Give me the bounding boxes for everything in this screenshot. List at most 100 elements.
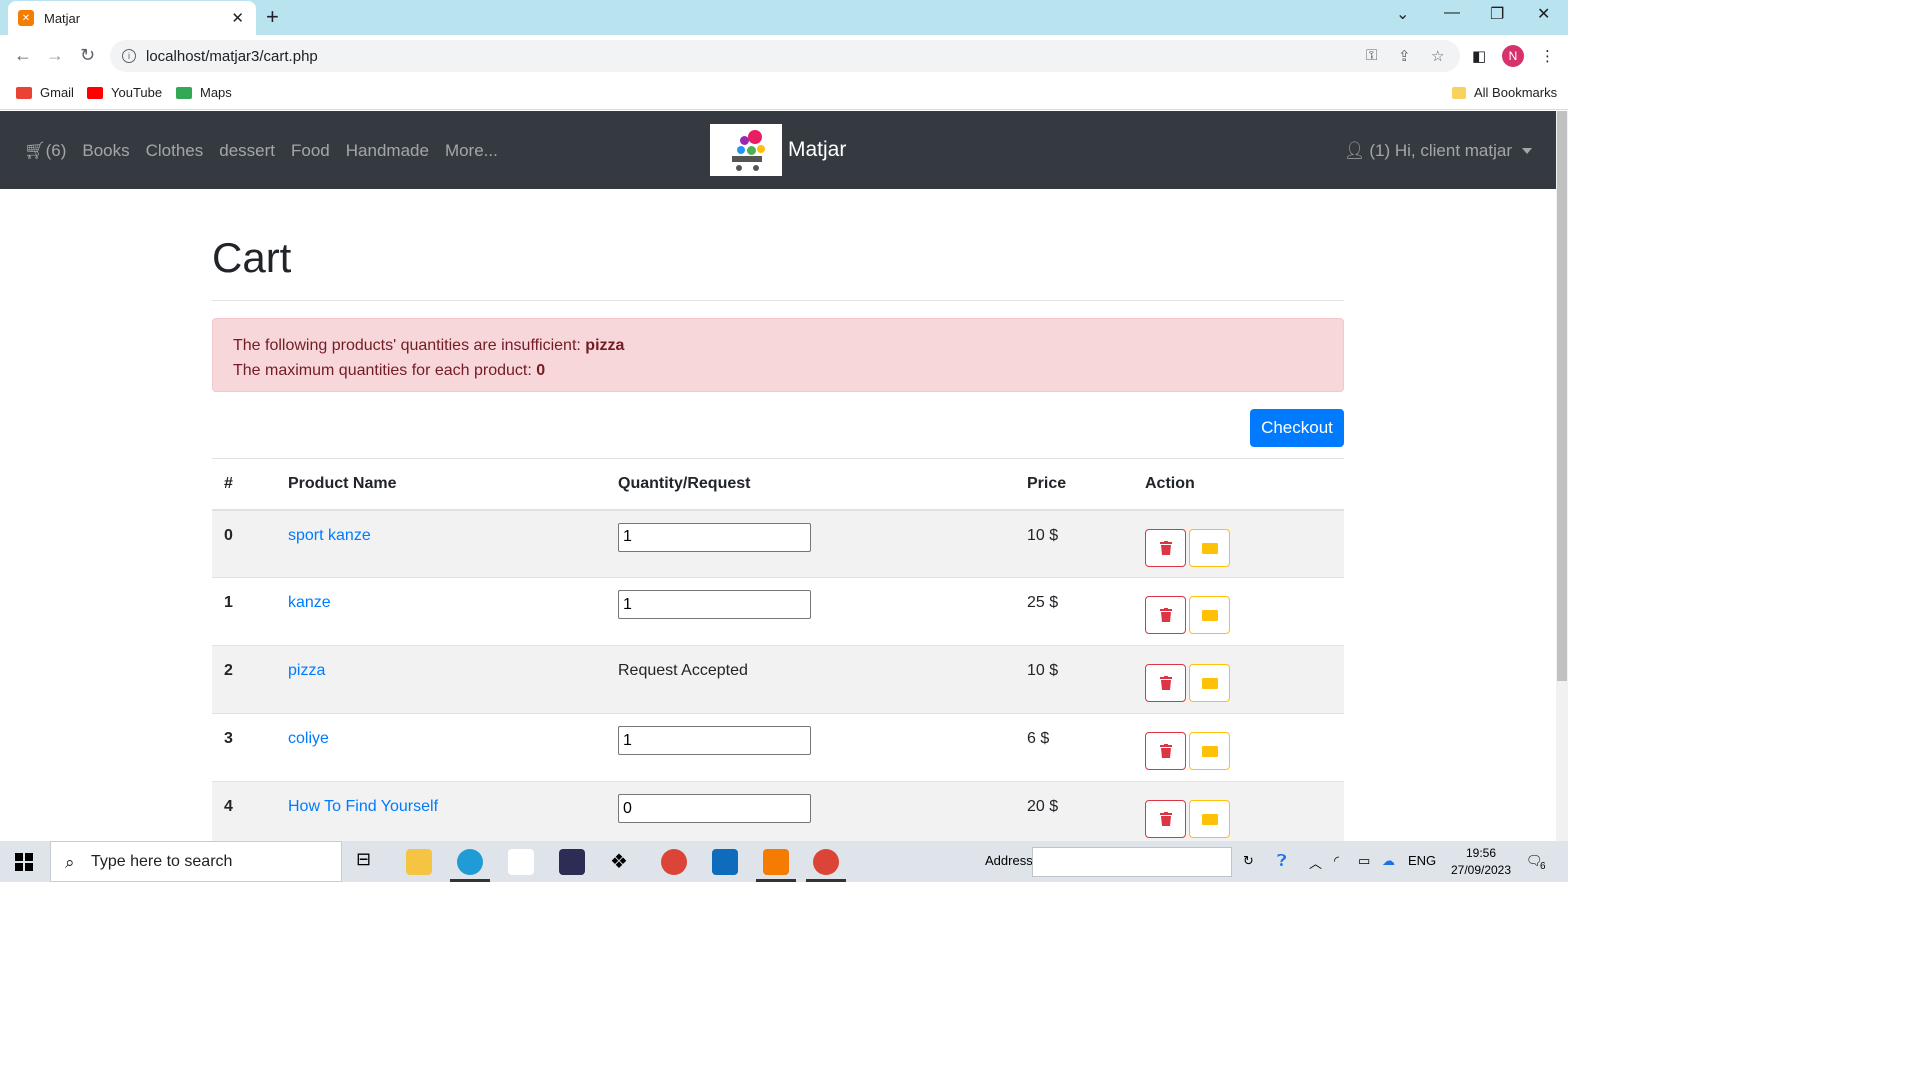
chrome-icon[interactable] [661, 849, 687, 875]
windows-start-icon[interactable] [15, 853, 33, 871]
nav-link-more[interactable]: More... [445, 141, 498, 161]
bookmark-label: YouTube [111, 85, 163, 100]
side-panel-icon[interactable]: ◧ [1472, 47, 1486, 65]
alert-text: The following products' quantities are i… [233, 337, 586, 354]
page-title: Cart [212, 234, 292, 281]
title-divider [212, 300, 1344, 301]
forward-icon[interactable]: → [46, 45, 64, 66]
address-toolbar-input[interactable] [1032, 847, 1232, 877]
bookmark-maps[interactable]: Maps [176, 85, 232, 100]
taskbar-search-input[interactable]: ⌕ Type here to search [50, 841, 342, 882]
user-menu[interactable]: 👤︎ (1) Hi, client matjar [1344, 141, 1532, 161]
help-icon[interactable]: ❓︎ [1277, 853, 1287, 871]
bookmark-gmail[interactable]: Gmail [16, 85, 74, 100]
delete-button[interactable] [1145, 596, 1186, 634]
nav-link-food[interactable]: Food [291, 141, 330, 161]
product-link[interactable]: kanze [288, 594, 331, 611]
share-icon[interactable]: ⇪ [1398, 47, 1411, 65]
edge-icon[interactable] [457, 849, 483, 875]
envelope-icon [1202, 746, 1218, 757]
brand-name: Matjar [788, 138, 847, 161]
quantity-cell [606, 509, 1015, 578]
nav-link-handmade[interactable]: Handmade [346, 141, 429, 161]
wifi-icon[interactable]: ◜ [1334, 853, 1339, 869]
nav-link-dessert[interactable]: dessert [219, 141, 275, 161]
action-cell [1133, 713, 1344, 782]
close-tab-icon[interactable]: ✕ [231, 9, 244, 27]
onedrive-icon[interactable]: ☁ [1382, 853, 1395, 869]
tray-chevron-up-icon[interactable]: ︿ [1309, 853, 1322, 872]
message-button[interactable] [1189, 528, 1230, 567]
page-scrollbar-thumb[interactable] [1557, 111, 1567, 681]
restore-icon[interactable]: ❐ [1490, 4, 1504, 24]
key-icon[interactable]: ⚿ [1366, 47, 1377, 64]
product-link[interactable]: pizza [288, 662, 325, 679]
taskbar-clock[interactable]: 19:56 27/09/2023 [1446, 845, 1516, 879]
quantity-input[interactable] [618, 522, 811, 552]
all-bookmarks[interactable]: All Bookmarks [1452, 85, 1557, 100]
delete-button[interactable] [1145, 664, 1186, 702]
amazon-icon[interactable] [508, 849, 534, 875]
checkout-button[interactable]: Checkout [1250, 409, 1344, 447]
bookmark-youtube[interactable]: YouTube [87, 85, 162, 100]
task-view-icon[interactable]: ⊟ [356, 849, 382, 875]
close-window-icon[interactable]: ✕ [1537, 4, 1550, 24]
action-cell [1133, 645, 1344, 714]
delete-button[interactable] [1145, 528, 1186, 567]
brand[interactable]: Matjar [710, 124, 846, 176]
site-navbar: 🛒︎(6) Books Clothes dessert Food Handmad… [0, 111, 1556, 189]
battery-icon[interactable]: ▭ [1358, 853, 1370, 869]
language-indicator[interactable]: ENG [1408, 853, 1436, 868]
quantity-input[interactable] [618, 590, 811, 619]
product-link[interactable]: How To Find Yourself [288, 798, 438, 815]
bookmark-label: Maps [200, 85, 232, 100]
tab-search-chevron-icon[interactable]: ⌄ [1396, 4, 1409, 24]
xampp-icon[interactable] [763, 849, 789, 875]
product-cell: sport kanze [276, 509, 606, 578]
envelope-icon [1202, 814, 1218, 825]
product-link[interactable]: coliye [288, 730, 329, 747]
bookmark-star-icon[interactable]: ☆ [1431, 47, 1444, 65]
message-button[interactable] [1189, 664, 1230, 702]
site-info-icon[interactable]: i [122, 49, 136, 63]
nav-link-clothes[interactable]: Clothes [146, 141, 204, 161]
minimize-icon[interactable]: — [1444, 4, 1460, 22]
new-tab-icon[interactable]: + [266, 4, 279, 30]
reload-icon[interactable]: ↻ [80, 45, 95, 66]
nav-link-books[interactable]: Books [82, 141, 129, 161]
alert-text: The maximum quantities for each product: [233, 362, 537, 379]
refresh-icon[interactable]: ↻ [1243, 853, 1254, 869]
quantity-input[interactable] [618, 726, 811, 755]
menu-kebab-icon[interactable]: ⋮ [1540, 47, 1555, 65]
profile-avatar[interactable]: N [1502, 45, 1524, 67]
delete-button[interactable] [1145, 800, 1186, 838]
price-cell: 6 $ [1015, 713, 1133, 782]
back-icon[interactable]: ← [14, 45, 32, 66]
powershell-icon[interactable] [559, 849, 585, 875]
message-button[interactable] [1189, 800, 1230, 838]
delete-button[interactable] [1145, 732, 1186, 770]
message-button[interactable] [1189, 732, 1230, 770]
maps-icon [176, 86, 192, 99]
cart-link[interactable]: 🛒︎(6) [24, 141, 66, 161]
action-cell [1133, 781, 1344, 850]
product-link[interactable]: sport kanze [288, 527, 371, 544]
message-button[interactable] [1189, 596, 1230, 634]
chrome-profile-icon[interactable] [813, 849, 839, 875]
active-indicator [806, 879, 846, 882]
youtube-icon [87, 86, 103, 99]
dropbox-icon[interactable]: ❖ [610, 849, 636, 875]
price-cell: 25 $ [1015, 577, 1133, 646]
store-icon[interactable] [712, 849, 738, 875]
cart-table-body: 0 sport kanze 10 $ 1 kanze 25 $ 2 pizza Request … [212, 509, 1344, 850]
browser-tab[interactable]: ✕ Matjar ✕ [8, 1, 256, 35]
browser-toolbar: ← → ↻ i localhost/matjar3/cart.php ⚿ ⇪ ☆… [0, 35, 1568, 77]
active-indicator [450, 879, 490, 882]
address-bar[interactable]: i localhost/matjar3/cart.php [110, 40, 1460, 72]
quantity-input[interactable] [618, 794, 811, 823]
cart-count: (6) [45, 141, 67, 160]
col-header-product: Product Name [276, 458, 606, 511]
file-explorer-icon[interactable] [406, 849, 432, 875]
quantity-cell [606, 781, 1015, 850]
bookmarks-bar: Gmail YouTube Maps All Bookmarks [0, 77, 1568, 110]
